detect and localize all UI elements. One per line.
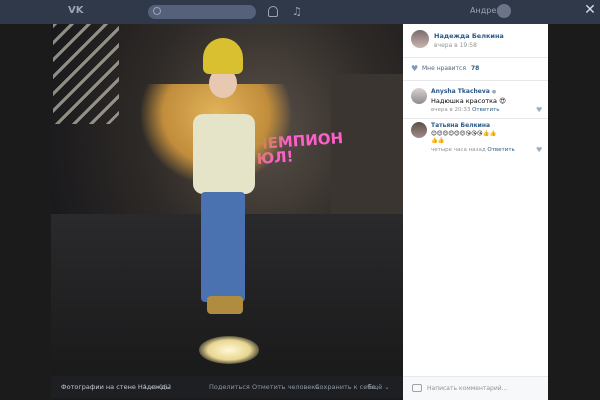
author-avatar[interactable] [411, 30, 429, 48]
commenter-avatar[interactable] [411, 88, 427, 104]
comment-input[interactable] [427, 382, 539, 395]
photo-subject-legs [201, 192, 245, 302]
comment-item: Anysha Tkacheva ● Надюшка красотка 😍 вче… [403, 88, 548, 118]
commenter-name[interactable]: Anysha Tkacheva ● [431, 88, 496, 95]
comment-meta: вчера в 20:33 Ответить [431, 107, 499, 113]
divider [403, 80, 548, 81]
photo-subject-body [193, 114, 255, 194]
current-user-avatar[interactable] [497, 4, 511, 18]
search-field[interactable] [148, 5, 256, 19]
author-block: Надежда Белкина вчера в 19:58 [403, 24, 548, 58]
comment-time[interactable]: вчера в 20:33 [431, 107, 470, 113]
photo-floor-spotlight [199, 336, 259, 364]
top-navigation-bar: VK ♫ Андрей [0, 0, 600, 24]
share-button[interactable]: Поделиться [209, 383, 250, 391]
vk-logo-icon[interactable]: VK [68, 5, 86, 19]
commenter-avatar[interactable] [411, 122, 427, 138]
reply-button[interactable]: Ответить [487, 147, 514, 153]
comment-text: 😊😊😊😊😊😊😘😘😘👍👍 [431, 131, 497, 137]
online-indicator: ● [491, 89, 497, 95]
comment-like-icon[interactable]: ♥ [536, 146, 542, 154]
comment-compose-box [403, 376, 548, 400]
photo-subject-hat [203, 38, 243, 74]
commenter-name[interactable]: Татьяна Белкина [431, 122, 490, 129]
post-timestamp[interactable]: вчера в 19:58 [434, 42, 477, 49]
reply-button[interactable]: Ответить [472, 107, 499, 113]
photo-lights [53, 24, 119, 124]
photo-info-panel: Надежда Белкина вчера в 19:58 ♥ Мне нрав… [403, 24, 548, 400]
commenter-name-text: Anysha Tkacheva [431, 88, 490, 95]
like-label: Мне нравится [422, 65, 466, 72]
comment-text: Надюшка красотка 😍 [431, 97, 506, 105]
camera-icon[interactable] [412, 384, 422, 392]
photo-action-bar: Фотографии на стене Надежды 1 из 162 Под… [51, 376, 403, 398]
tag-person-button[interactable]: Отметить человека [252, 383, 319, 391]
comment-meta: четыре часа назад Ответить [431, 147, 515, 153]
photo-subject-shoes [207, 296, 243, 314]
close-icon[interactable]: ✕ [583, 3, 597, 17]
search-icon [153, 7, 161, 15]
comment-like-icon[interactable]: ♥ [536, 106, 542, 114]
heart-icon: ♥ [411, 64, 419, 73]
save-to-album-button[interactable]: Сохранить к себе [315, 383, 375, 391]
more-button[interactable]: Ещё ⌄ [368, 383, 390, 391]
like-count[interactable]: 78 [471, 65, 479, 72]
author-name-link[interactable]: Надежда Белкина [434, 32, 504, 40]
photo-viewer-image[interactable]: ЧЕМПИОН ЮЛ! [51, 24, 403, 376]
divider [403, 118, 548, 119]
bell-icon[interactable] [268, 6, 278, 17]
comment-time[interactable]: четыре часа назад [431, 147, 486, 153]
comment-item: Татьяна Белкина 😊😊😊😊😊😊😘😘😘👍👍 👍👍 четыре ча… [403, 122, 548, 156]
photo-counter: 1 из 162 [143, 383, 172, 391]
comment-text-continued: 👍👍 [431, 138, 445, 144]
music-icon[interactable]: ♫ [292, 5, 302, 18]
